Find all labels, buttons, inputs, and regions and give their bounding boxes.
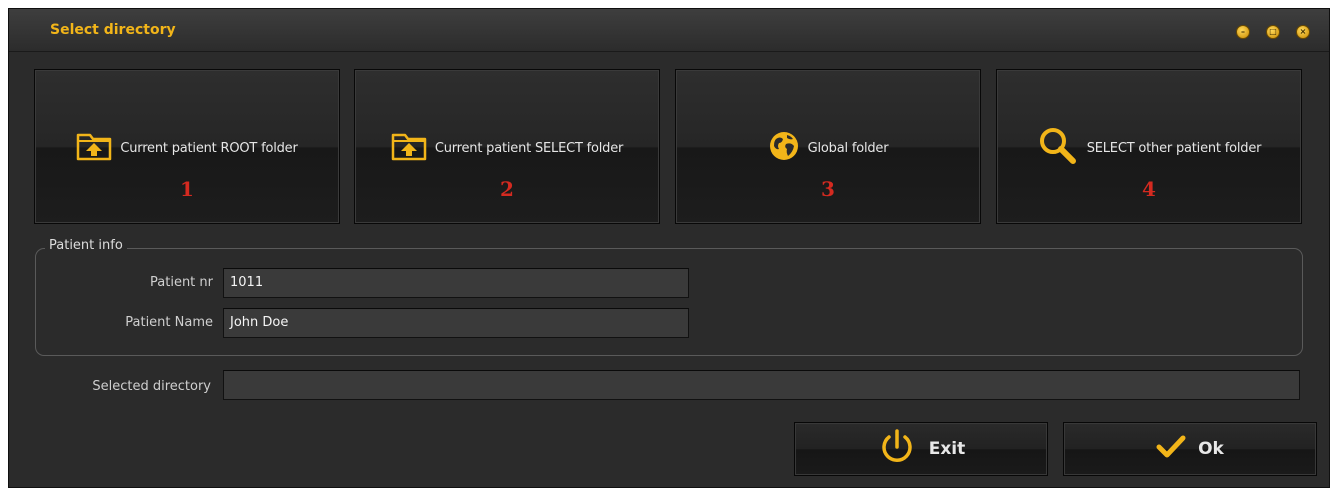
title-bar[interactable]: Select directory – □ × — [9, 9, 1329, 52]
window-title: Select directory — [50, 22, 176, 38]
tile-label: SELECT other patient folder — [1086, 140, 1262, 156]
checkmark-icon — [1156, 434, 1186, 465]
patient-name-field[interactable]: John Doe — [223, 308, 689, 338]
ok-button[interactable]: Ok — [1063, 422, 1317, 476]
tile-label: Current patient ROOT folder — [120, 140, 298, 156]
selected-directory-field[interactable] — [223, 370, 1300, 400]
power-icon — [877, 427, 917, 472]
other-patient-folder-button[interactable]: SELECT other patient folder 4 — [996, 69, 1302, 224]
tile-number: 1 — [180, 177, 194, 201]
maximize-icon[interactable]: □ — [1266, 25, 1280, 39]
folder-upload-icon — [76, 131, 112, 165]
exit-button[interactable]: Exit — [794, 422, 1048, 476]
close-icon[interactable]: × — [1296, 25, 1310, 39]
patient-info-group — [35, 248, 1303, 356]
selected-directory-label: Selected directory — [92, 379, 211, 394]
minimize-icon[interactable]: – — [1236, 25, 1250, 39]
tile-label: Global folder — [807, 140, 889, 156]
tile-label: Current patient SELECT folder — [434, 140, 624, 156]
select-folder-button[interactable]: Current patient SELECT folder 2 — [354, 69, 660, 224]
select-directory-dialog: Select directory – □ × Current patient R… — [8, 8, 1330, 488]
globe-icon — [768, 130, 800, 166]
ok-label: Ok — [1198, 439, 1224, 459]
tile-number: 3 — [821, 177, 835, 201]
patient-name-label: Patient Name — [125, 315, 213, 330]
patient-nr-label: Patient nr — [150, 275, 213, 290]
tile-number: 2 — [500, 177, 514, 201]
patient-info-legend: Patient info — [45, 238, 127, 253]
exit-label: Exit — [928, 439, 966, 459]
tile-number: 4 — [1142, 177, 1156, 201]
search-icon — [1037, 125, 1079, 171]
patient-nr-field[interactable]: 1011 — [223, 268, 689, 298]
global-folder-button[interactable]: Global folder 3 — [675, 69, 981, 224]
root-folder-button[interactable]: Current patient ROOT folder 1 — [34, 69, 340, 224]
folder-upload-icon — [391, 131, 427, 165]
